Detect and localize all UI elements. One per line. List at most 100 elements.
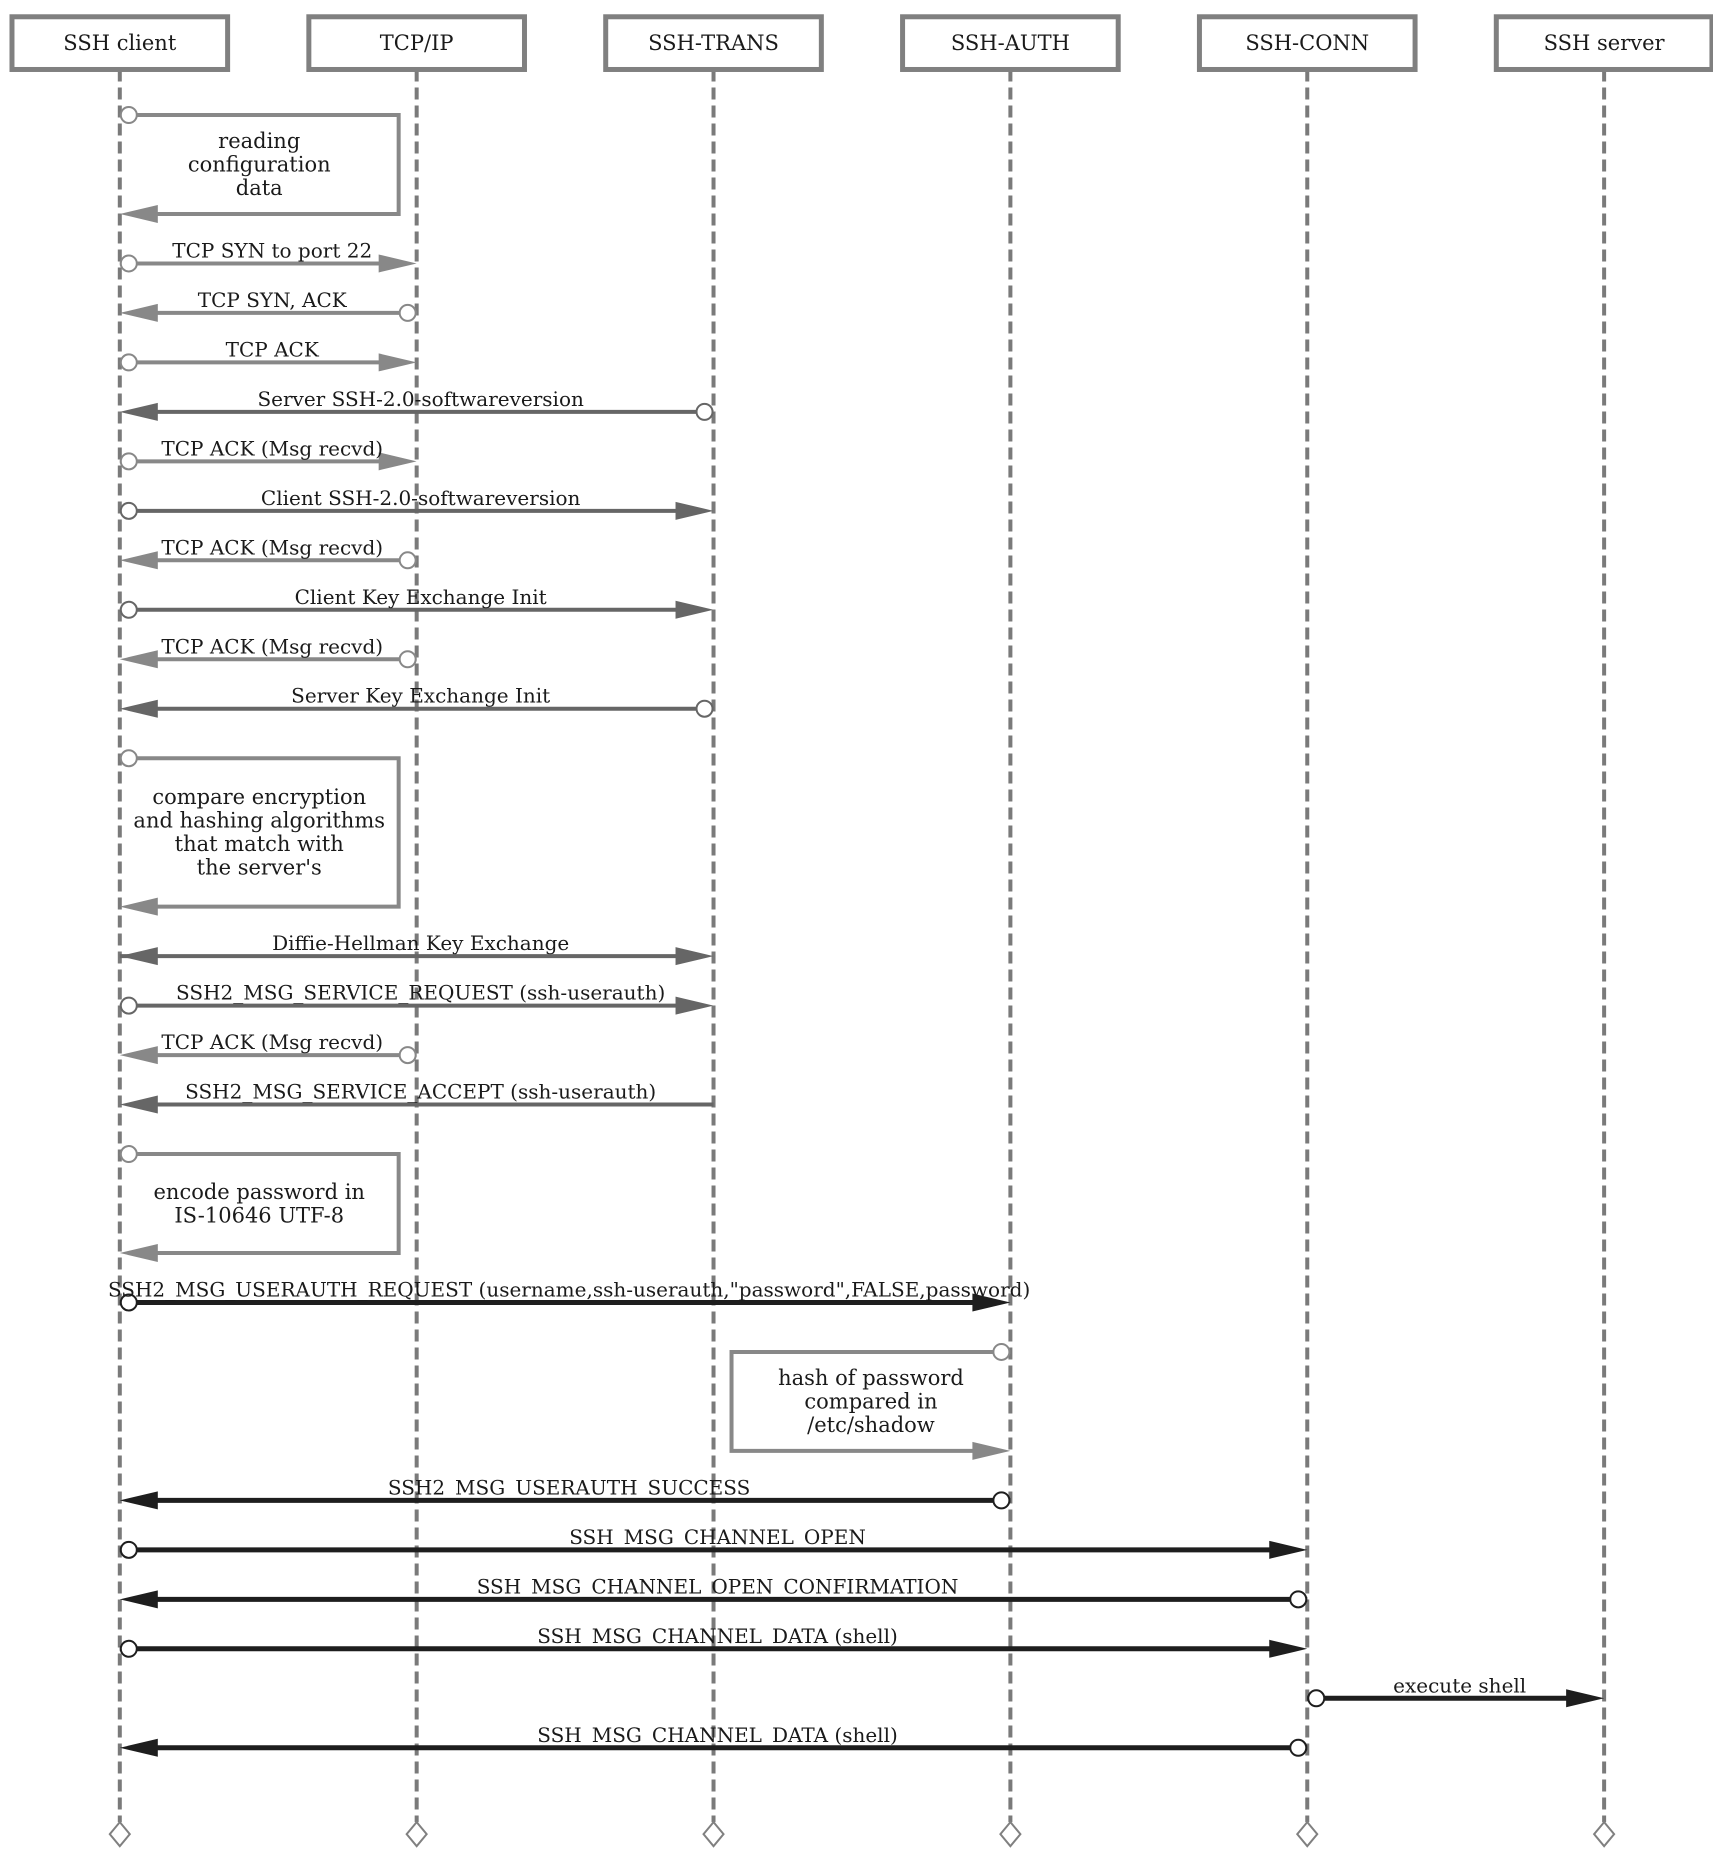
actor-label: TCP/IP: [380, 31, 454, 55]
self-message: hash of passwordcompared in/etc/shadow: [729, 1342, 1011, 1460]
lifeline-end-diamond: [1592, 1820, 1616, 1848]
message-arrow: TCP ACK: [119, 337, 417, 372]
message-label: TCP ACK: [226, 337, 320, 361]
message-arrow: execute shell: [1307, 1673, 1605, 1708]
actor-client: SSH client: [9, 14, 231, 72]
message-label: TCP ACK (Msg recvd): [161, 1030, 383, 1054]
message-origin-circle: [398, 551, 417, 570]
message-origin-circle: [1289, 1738, 1308, 1757]
arrowhead: [119, 897, 158, 916]
arrowhead: [675, 947, 714, 966]
self-message-text: and hashing algorithms: [133, 809, 385, 833]
message-label: Client SSH-2.0-softwareversion: [261, 486, 581, 510]
message-label: TCP SYN to port 22: [172, 238, 372, 262]
self-message-text: IS-10646 UTF-8: [174, 1203, 344, 1227]
lifeline-end-diamond: [108, 1820, 132, 1848]
message-origin-circle: [992, 1491, 1011, 1510]
arrowhead: [119, 1738, 158, 1757]
arrowhead: [378, 452, 417, 471]
message-label: TCP ACK (Msg recvd): [161, 535, 383, 559]
arrowhead: [378, 254, 417, 273]
actor-label: SSH client: [63, 31, 177, 55]
message-arrow: SSH_MSG_CHANNEL_DATA (shell): [119, 1624, 1308, 1658]
arrowhead: [119, 699, 158, 718]
arrowhead: [675, 501, 714, 520]
message-arrow: TCP SYN to port 22: [119, 238, 417, 273]
message-origin-circle: [695, 699, 714, 718]
message-origin-circle: [119, 254, 138, 273]
message-arrow: TCP ACK (Msg recvd): [119, 436, 417, 471]
message-origin-circle: [119, 600, 138, 619]
arrowhead: [119, 303, 158, 322]
arrowhead: [119, 650, 158, 669]
message-label: TCP SYN, ACK: [198, 288, 348, 312]
message-label: TCP ACK (Msg recvd): [161, 436, 383, 460]
arrowhead: [675, 996, 714, 1015]
message-origin-circle: [119, 501, 138, 520]
arrowhead: [972, 1441, 1011, 1460]
self-message-text: the server's: [197, 856, 322, 880]
arrowhead: [119, 1243, 158, 1262]
self-message: encode password inIS-10646 UTF-8: [119, 1145, 401, 1262]
message-origin-circle: [119, 749, 138, 768]
message-origin-circle: [1289, 1590, 1308, 1609]
self-message-text: reading: [218, 129, 300, 153]
message-label: SSH_MSG_CHANNEL_OPEN: [569, 1525, 866, 1549]
message-origin-circle: [695, 402, 714, 421]
arrowhead: [119, 1095, 158, 1114]
message-origin-circle: [1307, 1689, 1326, 1708]
lifeline-ends: [108, 1820, 1616, 1848]
message-arrow: Client SSH-2.0-softwareversion: [119, 486, 714, 520]
message-origin-circle: [398, 303, 417, 322]
actor-conn: SSH-CONN: [1196, 14, 1418, 72]
arrowhead: [1269, 1540, 1308, 1559]
message-label: SSH_MSG_CHANNEL_OPEN_CONFIRMATION: [477, 1574, 959, 1598]
self-message-text: /etc/shadow: [807, 1413, 935, 1437]
message-label: SSH2_MSG_USERAUTH_REQUEST (username,ssh-…: [108, 1277, 1030, 1301]
self-message: readingconfigurationdata: [119, 106, 401, 223]
lifeline-end-diamond: [702, 1820, 725, 1848]
message-label: SSH2_MSG_SERVICE_ACCEPT (ssh-userauth): [185, 1080, 656, 1104]
lifeline-end-diamond: [405, 1820, 428, 1848]
arrowhead: [119, 1590, 158, 1609]
message-label: TCP ACK (Msg recvd): [161, 634, 383, 658]
self-message-text: encode password in: [154, 1180, 365, 1204]
actor-label: SSH-TRANS: [648, 31, 779, 55]
actor-label: SSH-CONN: [1245, 31, 1369, 55]
message-arrow: Server Key Exchange Init: [119, 684, 714, 718]
actor-server: SSH server: [1493, 14, 1713, 72]
message-origin-circle: [119, 1639, 138, 1658]
actor-auth: SSH-AUTH: [900, 14, 1121, 72]
actor-header-row: SSH client TCP/IP SSH-TRANS SSH-AUTH SSH-CON…: [9, 14, 1713, 72]
arrowhead: [1566, 1689, 1605, 1708]
messages: readingconfigurationdata TCP SYN to port …: [108, 106, 1605, 1757]
arrowhead: [378, 353, 417, 372]
message-arrow: TCP ACK (Msg recvd): [119, 535, 417, 570]
message-label: Diffie-Hellman Key Exchange: [272, 931, 569, 955]
arrowhead: [119, 204, 158, 223]
arrowhead: [119, 1491, 158, 1510]
lifeline-end-diamond: [1295, 1820, 1319, 1848]
sequence-diagram: SSH client TCP/IP SSH-TRANS SSH-AUTH SSH-CON…: [9, 14, 1713, 1848]
arrowhead: [119, 551, 158, 570]
message-arrow: SSH2_MSG_USERAUTH_REQUEST (username,ssh-…: [108, 1277, 1030, 1312]
actor-tcp: TCP/IP: [306, 14, 527, 72]
message-label: SSH2_MSG_USERAUTH_SUCCESS: [388, 1475, 750, 1499]
self-message-text: data: [236, 176, 283, 200]
self-message-text: compare encryption: [152, 785, 366, 809]
self-message-text: hash of password: [778, 1366, 964, 1390]
self-message-text: that match with: [175, 832, 344, 856]
message-origin-circle: [119, 452, 138, 471]
message-arrow: SSH2_MSG_USERAUTH_SUCCESS: [119, 1475, 1011, 1510]
arrowhead: [1269, 1639, 1308, 1658]
self-message-text: configuration: [188, 152, 331, 176]
actor-label: SSH-AUTH: [951, 31, 1070, 55]
message-label: Server Key Exchange Init: [291, 684, 550, 708]
arrowhead: [119, 402, 158, 421]
message-arrow: TCP SYN, ACK: [119, 288, 417, 322]
message-arrow: TCP ACK (Msg recvd): [119, 1030, 417, 1065]
self-message: compare encryptionand hashing algorithms…: [119, 749, 401, 916]
message-origin-circle: [992, 1342, 1011, 1361]
actor-label: SSH server: [1544, 31, 1666, 55]
arrowhead: [119, 1046, 158, 1065]
